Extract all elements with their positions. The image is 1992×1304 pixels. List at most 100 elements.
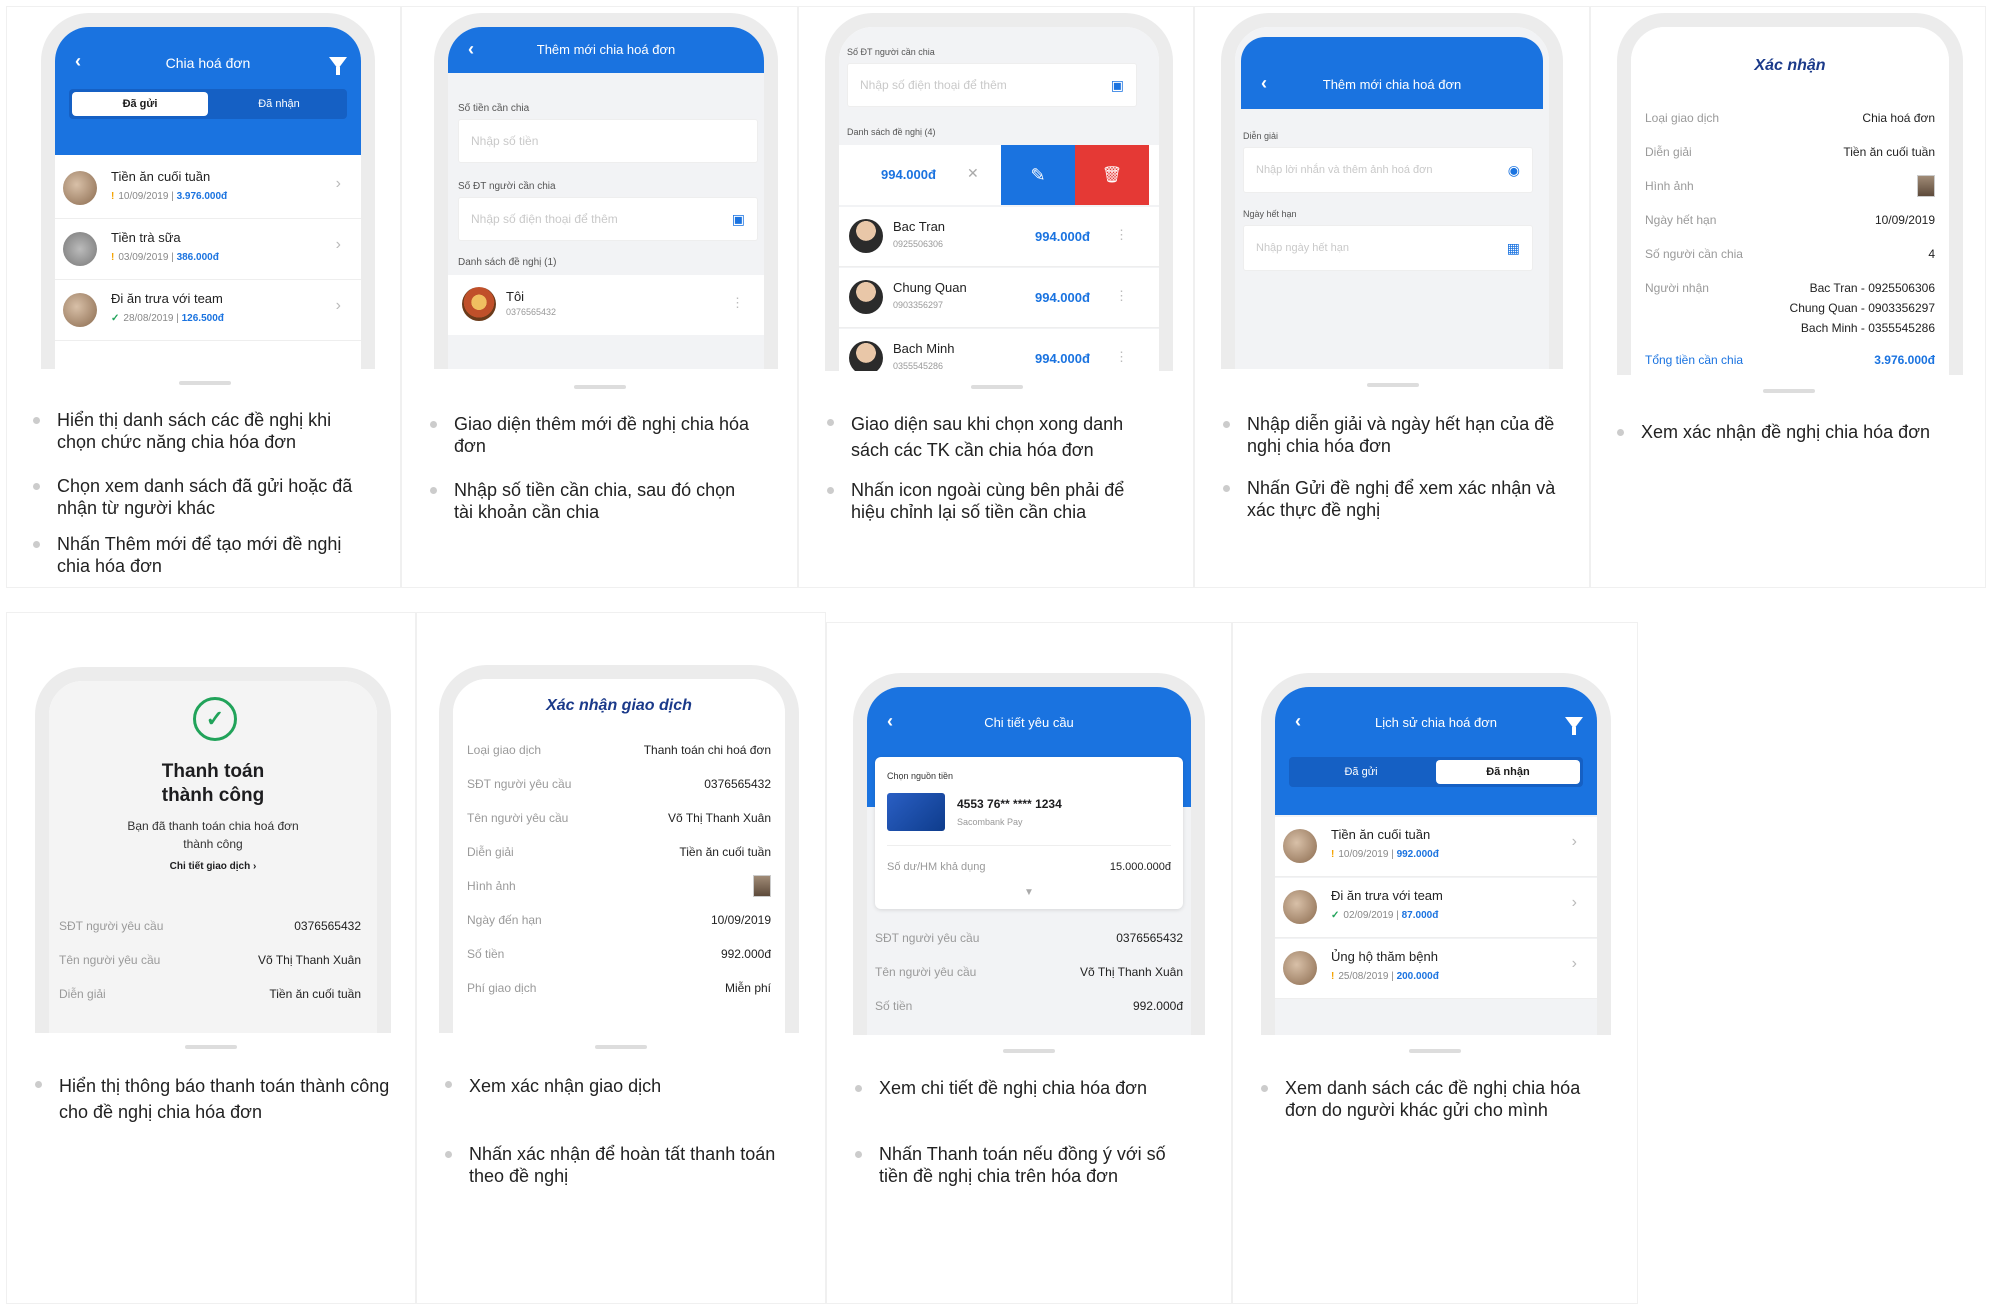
avatar: [849, 341, 883, 371]
chevron-right-icon: ›: [335, 175, 341, 192]
receipt-thumbnail[interactable]: [753, 875, 771, 897]
field-label: Ngày hết hạn: [1645, 213, 1717, 227]
edit-amount[interactable]: 994.000đ: [881, 167, 936, 182]
phone-frame: ‹ Chi tiết yêu cầu Chọn nguồn tiền 4553 …: [853, 673, 1205, 1035]
filter-icon[interactable]: [1565, 717, 1583, 735]
bullet-text: Nhấn Thêm mới để tạo mới đề nghị chia hó…: [33, 533, 367, 577]
screenshot-3: Số ĐT người cần chia Nhập số điện thoại …: [799, 7, 1193, 371]
filter-icon[interactable]: [329, 57, 347, 75]
item-meta: ! 10/09/2019 | 3.976.000đ: [111, 191, 228, 202]
card-1: ‹ Chia hoá đơn Đã gửi Đã nhận Tiền ăn cu…: [6, 6, 401, 588]
card-9: ‹ Lịch sử chia hoá đơn Đã gửi Đã nhận Ti…: [1232, 622, 1638, 1304]
tab-sent[interactable]: Đã gửi: [1289, 757, 1433, 787]
bullet-text: Giao diện thêm mới đề nghị chia hóa đơn: [430, 413, 754, 457]
chevron-right-icon: ›: [1571, 894, 1577, 911]
item-amount: 992.000đ: [1396, 849, 1439, 860]
clear-icon[interactable]: ✕: [967, 165, 979, 182]
tab-sent[interactable]: Đã gửi: [72, 92, 208, 116]
field-value: 992.000đ: [1132, 999, 1183, 1013]
person-phone: 0376565432: [506, 307, 557, 317]
screenshot-4: ‹ Thêm mới chia hoá đơn Diễn giải Nhập l…: [1195, 7, 1589, 369]
more-icon[interactable]: ⋮: [731, 295, 744, 311]
drag-handle: [574, 385, 626, 389]
list-item[interactable]: Bach Minh 0355545286 994.000đ ⋮: [839, 329, 1159, 371]
person-name: Bach Minh: [893, 341, 955, 356]
drag-handle: [971, 385, 1023, 389]
field-label: Diễn giải: [1645, 145, 1692, 159]
list-item[interactable]: Đi ăn trưa với team ✓ 02/09/2019 | 87.000…: [1275, 878, 1597, 938]
more-icon[interactable]: ⋮: [1115, 349, 1128, 365]
card-6: ✓ Thanh toán thành công Bạn đã thanh toá…: [6, 612, 416, 1304]
total-value: 3.976.000đ: [1874, 353, 1935, 367]
field-value: Võ Thị Thanh Xuân: [668, 811, 771, 825]
screenshot-1: ‹ Chia hoá đơn Đã gửi Đã nhận Tiền ăn cu…: [7, 7, 400, 369]
more-icon[interactable]: ⋮: [1115, 227, 1128, 243]
field-value: Tiền ăn cuối tuần: [1843, 145, 1935, 159]
list-item[interactable]: Chung Quan 0903356297 994.000đ ⋮: [839, 268, 1159, 328]
app-header: ‹ Thêm mới chia hoá đơn: [1241, 37, 1543, 109]
desc-input[interactable]: Nhập lời nhắn và thêm ảnh hoá đơn ◉: [1243, 147, 1533, 193]
page-title: Xác nhận: [1754, 57, 1826, 74]
phone-placeholder: Nhập số điện thoại để thêm: [471, 212, 618, 226]
person-name: Tôi: [506, 289, 525, 304]
pending-icon: !: [1331, 971, 1335, 982]
more-icon[interactable]: ⋮: [1115, 288, 1128, 304]
field-value: Thanh toán chi hoá đơn: [643, 743, 771, 757]
phone-label: Số ĐT người cần chia: [847, 47, 935, 57]
due-date-input[interactable]: Nhập ngày hết hạn ▦: [1243, 225, 1533, 271]
bullet-text: Xem xác nhận đề nghị chia hóa đơn: [1617, 421, 1961, 443]
calendar-icon[interactable]: ▦: [1507, 240, 1520, 257]
tab-received[interactable]: Đã nhận: [211, 89, 347, 119]
field-value: 992.000đ: [720, 947, 771, 961]
list-item[interactable]: Ủng hộ thăm bệnh ! 25/08/2019 | 200.000đ …: [1275, 939, 1597, 999]
item-amount: 87.000đ: [1401, 910, 1439, 921]
avatar: [63, 293, 97, 327]
bullet-text: Xem chi tiết đề nghị chia hóa đơn: [855, 1077, 1199, 1099]
list-item[interactable]: Đi ăn trưa với team ✓ 28/08/2019 | 126.50…: [55, 281, 361, 341]
contacts-icon[interactable]: ▣: [1111, 77, 1124, 94]
phone-frame: ‹ Lịch sử chia hoá đơn Đã gửi Đã nhận Ti…: [1261, 673, 1611, 1035]
delete-button[interactable]: 🗑: [1075, 145, 1149, 205]
list-item[interactable]: Bac Tran 0925506306 994.000đ ⋮: [839, 207, 1159, 267]
source-card[interactable]: Chọn nguồn tiền 4553 76** **** 1234 Saco…: [875, 757, 1183, 909]
chevron-down-icon[interactable]: ▼: [875, 887, 1183, 898]
drag-handle: [595, 1045, 647, 1049]
avatar: [63, 171, 97, 205]
detail-link[interactable]: Chi tiết giao dịch ›: [49, 861, 377, 872]
person-amount: 994.000đ: [1035, 351, 1090, 366]
list-item[interactable]: Tiền trà sữa ! 03/09/2019 | 386.000đ ›: [55, 220, 361, 280]
pending-icon: !: [111, 191, 115, 202]
phone-input[interactable]: Nhập số điện thoại để thêm ▣: [847, 63, 1137, 107]
field-value: 10/09/2019: [710, 913, 771, 927]
field-label: Phí giao dịch: [467, 981, 537, 995]
balance-value: 15.000.000đ: [1109, 861, 1171, 873]
field-label: Loại giao dịch: [1645, 111, 1720, 125]
field-label: Diễn giải: [467, 845, 514, 859]
chevron-right-icon: ›: [1571, 955, 1577, 972]
header-title: Thêm mới chia hoá đơn: [536, 42, 676, 57]
amount-input[interactable]: Nhập số tiền: [458, 119, 758, 163]
app-header: ‹ Lịch sử chia hoá đơn Đã gửi Đã nhận: [1275, 687, 1597, 815]
field-label: Tên người yêu cầu: [875, 965, 977, 979]
item-title: Ủng hộ thăm bệnh: [1331, 949, 1438, 964]
tab-received[interactable]: Đã nhận: [1436, 760, 1580, 784]
person-amount: 994.000đ: [1035, 290, 1090, 305]
card-5: Xác nhận Loại giao dịch Chia hoá đơn Diễn…: [1590, 6, 1986, 588]
edit-button[interactable]: ✎: [1001, 145, 1075, 205]
list-item[interactable]: Tiền ăn cuối tuần ! 10/09/2019 | 3.976.00…: [55, 159, 361, 219]
camera-icon[interactable]: ◉: [1508, 162, 1520, 179]
bullet-text: Xem danh sách các đề nghị chia hóa đơn d…: [1261, 1077, 1605, 1121]
receipt-thumbnail[interactable]: [1917, 175, 1935, 197]
field-value: Võ Thị Thanh Xuân: [1080, 965, 1183, 979]
success-icon: ✓: [193, 697, 237, 741]
field-value: Tiền ăn cuối tuần: [679, 845, 771, 859]
person-phone: 0355545286: [893, 361, 944, 371]
drag-handle: [1763, 389, 1815, 393]
contacts-icon[interactable]: ▣: [732, 211, 745, 228]
phone-input[interactable]: Nhập số điện thoại để thêm ▣: [458, 197, 758, 241]
list-item[interactable]: Tiền ăn cuối tuần ! 10/09/2019 | 992.000đ…: [1275, 817, 1597, 877]
avatar: [462, 287, 496, 321]
app-header: ‹ Thêm mới chia hoá đơn: [448, 27, 764, 73]
list-item[interactable]: Tôi 0376565432 ⋮: [448, 275, 764, 335]
avatar: [849, 219, 883, 253]
